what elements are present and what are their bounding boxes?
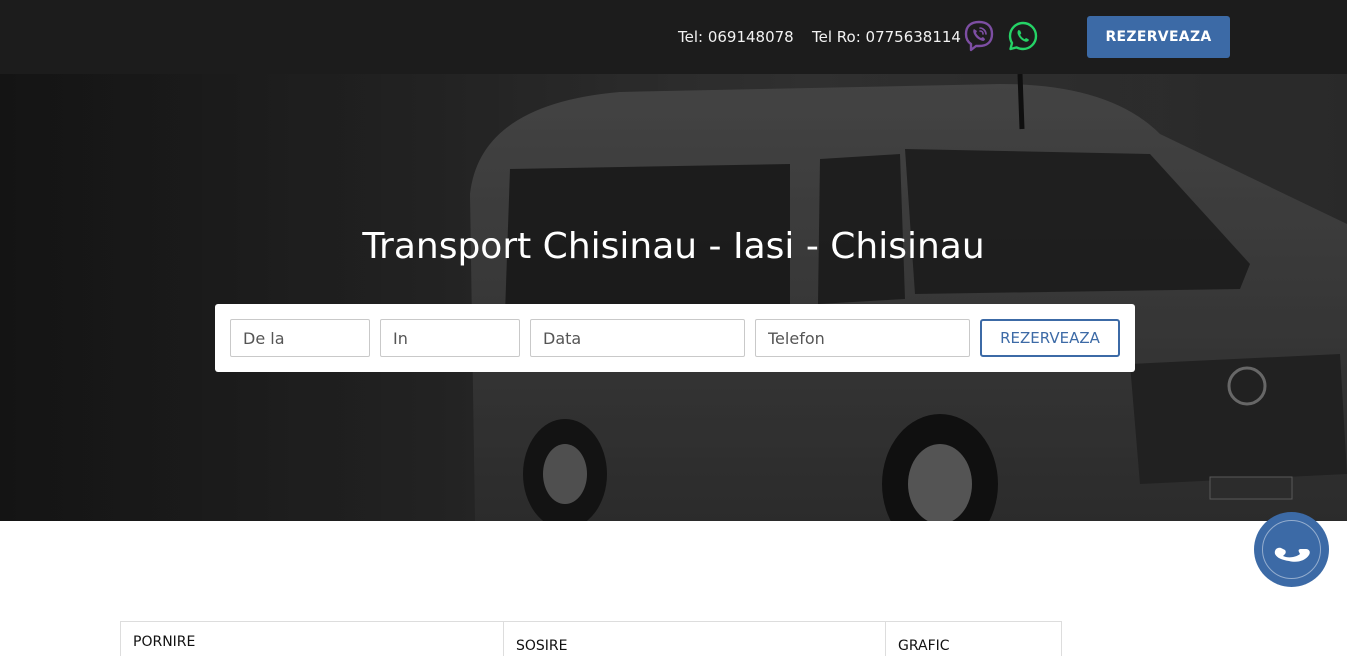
table-header-cell: GRAFIC [885, 622, 1062, 656]
top-bar: Tel: 069148078 Tel Ro: 0775638114 REZERV… [0, 0, 1347, 74]
booking-form: REZERVEAZA [215, 304, 1135, 372]
minibus-image [0, 74, 1347, 521]
from-input[interactable] [230, 319, 370, 357]
date-input[interactable] [530, 319, 745, 357]
phone-input[interactable] [755, 319, 970, 357]
header-pornire: PORNIRE [133, 634, 196, 650]
phone-ro[interactable]: Tel Ro: 0775638114 [812, 27, 961, 47]
header-sosire: SOSIRE [516, 638, 568, 654]
hero-banner: Transport Chisinau - Iasi - Chisinau REZ… [0, 74, 1347, 521]
reserve-submit-button[interactable]: REZERVEAZA [980, 319, 1120, 357]
viber-icon[interactable] [962, 19, 996, 53]
table-header-cell: SOSIRE [503, 622, 885, 656]
page-title: Transport Chisinau - Iasi - Chisinau [362, 226, 985, 267]
call-button[interactable] [1254, 512, 1329, 587]
to-input[interactable] [380, 319, 520, 357]
top-reserve-button[interactable]: REZERVEAZA [1087, 16, 1230, 58]
phone-md[interactable]: Tel: 069148078 [678, 27, 794, 47]
whatsapp-icon[interactable] [1006, 19, 1040, 53]
table-header-cell: PORNIRE [121, 622, 503, 656]
schedule-table: PORNIRE SOSIRE GRAFIC [120, 621, 1062, 656]
header-grafic: GRAFIC [898, 638, 950, 654]
phone-icon [1274, 547, 1310, 562]
